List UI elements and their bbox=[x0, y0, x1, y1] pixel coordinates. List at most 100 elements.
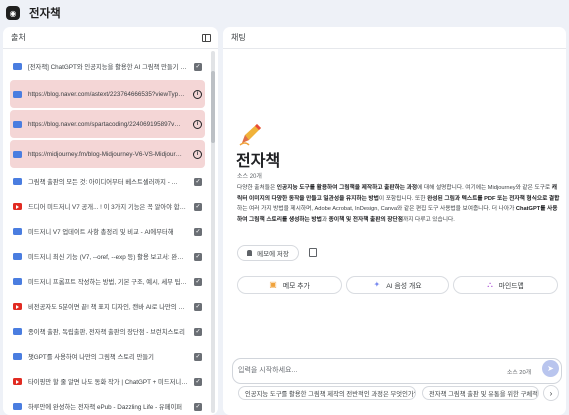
pen-icon bbox=[239, 124, 261, 146]
info-icon[interactable]: i bbox=[193, 119, 202, 129]
chat-input[interactable] bbox=[238, 364, 458, 376]
source-item[interactable]: [전자책] ChatGPT와 인공지능을 활용한 AI 그림책 만들기 … ✓ bbox=[10, 55, 205, 78]
summary-text: 까지 다루고 있습니다. bbox=[402, 216, 455, 223]
link-icon bbox=[13, 150, 22, 158]
source-title: 드디어 미드저니 V7 공개... ! 이 3가지 기능은 꼭 알아야 합니… bbox=[28, 204, 190, 211]
source-checkbox[interactable]: ✓ bbox=[194, 302, 202, 311]
source-item[interactable]: https://midjourney.fm/blog-Midjourney-V6… bbox=[10, 140, 205, 168]
blog-icon bbox=[13, 353, 22, 360]
notebooklm-logo-icon[interactable]: ◉ bbox=[6, 6, 20, 20]
blog-icon bbox=[13, 278, 22, 285]
source-item[interactable]: https://blog.naver.com/spartacoding/2240… bbox=[10, 110, 205, 138]
link-icon bbox=[13, 120, 22, 128]
source-checkbox[interactable]: ✓ bbox=[194, 177, 202, 186]
note-add-icon: ▣ bbox=[269, 280, 277, 289]
source-checkbox[interactable]: ✓ bbox=[194, 252, 202, 261]
summary-text: 다양한 출처들은 bbox=[237, 185, 277, 191]
send-arrow-icon: ➤ bbox=[547, 364, 554, 373]
source-title: 비전공자도 5분이면 끝! 책 표지 디자인, 캔바 AI로 나만의 … bbox=[28, 304, 185, 311]
blog-icon bbox=[13, 228, 22, 235]
source-item[interactable]: 미드저니 V7 업데이트 사항 총정리 및 비교 - AI에부터해 ✓ bbox=[10, 220, 205, 243]
source-title: 타이핑만 할 줄 알면 나도 동화 작가 | ChatGPT + 미드저니… bbox=[28, 379, 188, 386]
source-item[interactable]: 그림책 출판의 모든 것: 아이디어부터 베스트셀러까지 - … ✓ bbox=[10, 170, 205, 193]
chat-panel-title: 채팅 bbox=[231, 33, 246, 42]
suggestion-chip[interactable]: 인공지능 도구를 활용한 그림책 제작의 전반적인 과정은 무엇인가? bbox=[238, 386, 416, 400]
source-title: 챗GPT를 사용하여 나만의 그림책 스토리 만들기 bbox=[28, 354, 154, 361]
info-icon[interactable]: i bbox=[193, 149, 202, 159]
save-to-note-button[interactable]: 메모에 저장 bbox=[237, 245, 299, 261]
add-note-button[interactable]: ▣ 메모 추가 bbox=[237, 276, 342, 294]
source-checkbox[interactable]: ✓ bbox=[194, 352, 202, 361]
audio-overview-button[interactable]: ✦ AI 음성 개요 bbox=[346, 276, 449, 294]
mindmap-label: 마인드맵 bbox=[498, 283, 524, 290]
source-checkbox[interactable]: ✓ bbox=[194, 227, 202, 236]
youtube-icon bbox=[13, 203, 22, 210]
audio-overview-label: AI 음성 개요 bbox=[386, 283, 422, 290]
source-item[interactable]: 타이핑만 할 줄 알면 나도 동화 작가 | ChatGPT + 미드저니… ✓ bbox=[10, 370, 205, 393]
copy-icon[interactable] bbox=[309, 248, 317, 257]
blog-icon bbox=[13, 328, 22, 335]
blog-icon bbox=[13, 403, 22, 410]
add-note-label: 메모 추가 bbox=[282, 283, 310, 290]
summary-highlight: 완성된 그림과 텍스트를 PDF 또는 전자책 형식으로 결합 bbox=[427, 195, 560, 202]
doc-icon bbox=[13, 63, 22, 70]
source-checkbox[interactable]: ✓ bbox=[194, 62, 202, 71]
chat-source-count: 소스 20개 bbox=[507, 370, 532, 376]
summary-text: 에 대해 설명합니다. 여기에는 Midjourney와 같은 도구로 bbox=[417, 185, 552, 191]
send-button[interactable]: ➤ bbox=[542, 360, 559, 377]
source-title: https://blog.naver.com/astext/2237646665… bbox=[28, 90, 185, 98]
source-item[interactable]: https://blog.naver.com/astext/2237646665… bbox=[10, 80, 205, 108]
source-item[interactable]: 비전공자도 5분이면 끝! 책 표지 디자인, 캔바 AI로 나만의 … ✓ bbox=[10, 295, 205, 318]
chevron-right-icon[interactable]: › bbox=[543, 385, 559, 401]
source-item[interactable]: 미드저니 최신 기능 (V7, --oref, --exp 등) 활용 보고서:… bbox=[10, 245, 205, 268]
source-checkbox[interactable]: ✓ bbox=[194, 277, 202, 286]
source-title: 그림책 출판의 모든 것: 아이디어부터 베스트셀러까지 - … bbox=[28, 179, 178, 186]
blog-icon bbox=[13, 178, 22, 185]
link-icon bbox=[13, 90, 22, 98]
source-checkbox[interactable]: ✓ bbox=[194, 377, 202, 386]
source-title: 미드저니 최신 기능 (V7, --oref, --exp 등) 활용 보고서:… bbox=[28, 254, 184, 261]
source-item[interactable]: 미드저니 프롬프트 작성하는 방법, 기본 구조, 예시, 세부 팁… ✓ bbox=[10, 270, 205, 293]
summary-highlight: 종이책 및 전자책 출판의 장단점 bbox=[328, 216, 403, 223]
mindmap-button[interactable]: ⛬ 마인드맵 bbox=[453, 276, 558, 294]
doc-icon bbox=[13, 253, 22, 260]
source-title: 미드저니 프롬프트 작성하는 방법, 기본 구조, 예시, 세부 팁… bbox=[28, 279, 187, 286]
source-title: 하루만에 완성하는 전자책 ePub - Dazzling Life - 유페이… bbox=[28, 404, 183, 411]
panel-toggle-icon[interactable] bbox=[202, 33, 211, 42]
source-checkbox[interactable]: ✓ bbox=[194, 202, 202, 211]
sources-panel-header: 출처 bbox=[3, 27, 218, 49]
app-header: ◉ 전자책 bbox=[0, 0, 569, 26]
suggestion-chip[interactable]: 전자책 그림책 출판 및 유통을 위한 구체적인 방법은? bbox=[422, 386, 539, 400]
mindmap-icon: ⛬ bbox=[487, 280, 493, 289]
summary-text: 이 포함됩니다. 또한 bbox=[378, 195, 428, 202]
sparkle-icon: ✦ bbox=[373, 280, 381, 289]
source-title: https://blog.naver.com/spartacoding/2240… bbox=[28, 120, 181, 128]
source-item[interactable]: 드디어 미드저니 V7 공개... ! 이 3가지 기능은 꼭 알아야 합니… ✓ bbox=[10, 195, 205, 218]
source-checkbox[interactable]: ✓ bbox=[194, 327, 202, 336]
source-item[interactable]: 종이책 출판, 독립출판, 전자책 출판의 장단점 - 브런치스토리 ✓ bbox=[10, 320, 205, 343]
youtube-icon bbox=[13, 303, 22, 310]
summary-highlight: 인공지능 도구를 활용하여 그림책을 제작하고 출판하는 과정 bbox=[276, 185, 418, 191]
chat-panel-header: 채팅 bbox=[223, 27, 566, 49]
info-icon[interactable]: i bbox=[193, 89, 202, 99]
source-title: 미드저니 V7 업데이트 사항 총정리 및 비교 - AI에부터해 bbox=[28, 229, 174, 236]
pin-icon bbox=[247, 250, 253, 256]
sources-panel-title: 출처 bbox=[11, 33, 26, 42]
save-to-note-label: 메모에 저장 bbox=[257, 251, 289, 258]
source-list: [전자책] ChatGPT와 인공지능을 활용한 AI 그림책 만들기 … ✓ ht… bbox=[3, 49, 218, 415]
notebook-heading: 전자책 bbox=[236, 153, 281, 170]
notebook-title[interactable]: 전자책 bbox=[29, 5, 61, 21]
summary-text: 과 bbox=[321, 216, 329, 223]
source-title: [전자책] ChatGPT와 인공지능을 활용한 AI 그림책 만들기 … bbox=[28, 64, 187, 71]
source-item[interactable]: 챗GPT를 사용하여 나만의 그림책 스토리 만들기 ✓ bbox=[10, 345, 205, 368]
source-title: 종이책 출판, 독립출판, 전자책 출판의 장단점 - 브런치스토리 bbox=[28, 329, 185, 336]
source-checkbox[interactable]: ✓ bbox=[194, 402, 202, 411]
sources-panel: 출처 [전자책] ChatGPT와 인공지능을 활용한 AI 그림책 만들기 …… bbox=[3, 27, 218, 415]
notebook-source-count: 소스 20개 bbox=[237, 174, 262, 180]
notebook-summary: 다양한 출처들은 인공지능 도구를 활용하여 그림책을 제작하고 출판하는 과정… bbox=[237, 183, 561, 225]
source-title: https://midjourney.fm/blog-Midjourney-V6… bbox=[28, 150, 182, 158]
youtube-icon bbox=[13, 378, 22, 385]
source-list-scroll-thumb[interactable] bbox=[211, 71, 215, 143]
source-item[interactable]: 하루만에 완성하는 전자책 ePub - Dazzling Life - 유페이… bbox=[10, 395, 205, 415]
summary-text: 하는 여러 가지 방법을 제시하며, Adobe Acrobat, InDesi… bbox=[237, 206, 516, 213]
